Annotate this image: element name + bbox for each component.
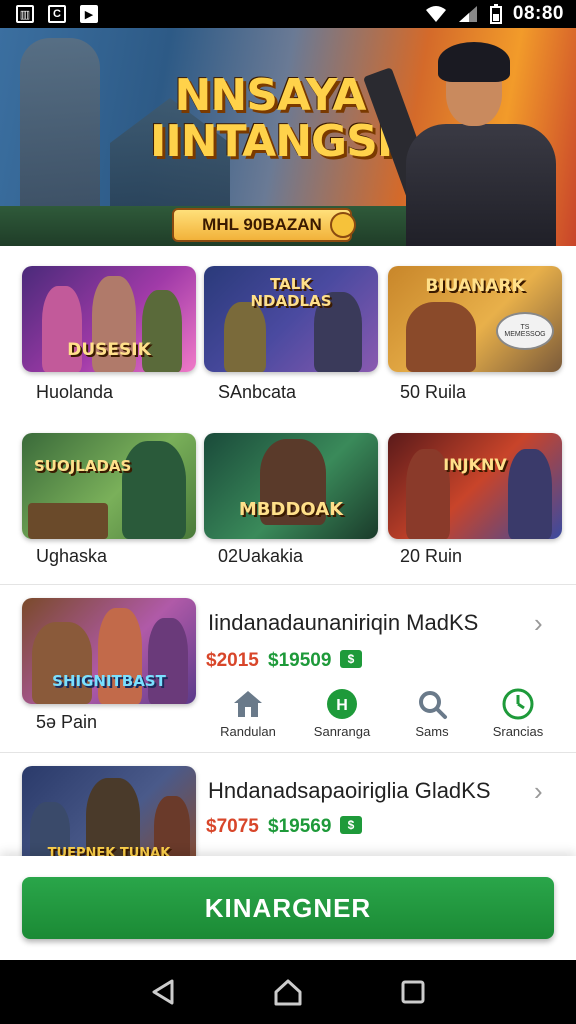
tile-label[interactable]: Huolanda [36, 382, 113, 403]
price-tag-icon: $ [340, 816, 362, 834]
back-icon[interactable] [143, 972, 183, 1012]
hero-subtitle-ribbon: MHL 90BAZAN [172, 208, 352, 242]
hero-figure-art [224, 302, 266, 372]
timer-icon [500, 686, 536, 722]
price-tag-icon: $ [340, 650, 362, 668]
game-tile[interactable]: INJKNV [388, 433, 562, 539]
game-tile[interactable]: DUSESIK [22, 266, 196, 372]
action-timer[interactable]: Srancias [478, 686, 558, 739]
action-home[interactable]: Randulan [208, 686, 288, 739]
status-notifications: ▥ C ▶ [16, 5, 98, 23]
tile-art-title: DUSESIK [67, 340, 151, 360]
tile-art-title: SUOJLADAS [34, 457, 132, 475]
game-tile[interactable]: TALK NDADLAS [204, 266, 378, 372]
action-h-badge[interactable]: H Sanranga [302, 686, 382, 739]
cta-bar: KINARGNER [0, 856, 576, 960]
tile-label[interactable]: 50 Ruila [400, 382, 466, 403]
wifi-icon [425, 6, 446, 22]
tile-art-title: INJKNV [443, 455, 507, 474]
home-nav-icon[interactable] [268, 972, 308, 1012]
badge-bubble: TS MEMESSOG [496, 312, 554, 350]
tile-label[interactable]: SAnbcata [218, 382, 296, 403]
chevron-right-icon[interactable]: › [534, 608, 543, 639]
price-old: $7075 [206, 816, 259, 837]
horse-art [32, 622, 92, 704]
divider [0, 752, 576, 753]
recents-icon[interactable] [393, 972, 433, 1012]
home-icon [230, 686, 266, 722]
tile-label[interactable]: 02Uakakia [218, 546, 303, 567]
row-title[interactable]: Hndanadsapaoiriglia GladKS [208, 778, 491, 804]
tile-art-title: MBDDOAK [238, 499, 344, 520]
tile-label[interactable]: Ughaska [36, 546, 107, 567]
divider [0, 584, 576, 585]
action-label: Srancias [492, 724, 544, 739]
primary-cta-button[interactable]: KINARGNER [22, 877, 554, 939]
tile-label[interactable]: 20 Ruin [400, 546, 462, 567]
price-old: $2015 [206, 650, 259, 671]
game-tile[interactable]: SUOJLADAS [22, 433, 196, 539]
price-new: $19509 [268, 650, 332, 671]
hero-figure-art [122, 441, 186, 539]
hero-title: NNSAYA IINTANGSI [150, 70, 393, 167]
tile-art-title: TALK NDADLAS [250, 275, 332, 310]
svg-text:H: H [336, 697, 348, 714]
hero-banner[interactable]: NNSAYA IINTANGSI MHL 90BAZAN [0, 28, 576, 246]
character-hair-art [438, 42, 510, 82]
cell-signal-icon [458, 6, 477, 22]
clock: 08:80 [512, 3, 564, 24]
price-new: $19569 [268, 816, 332, 837]
hero-figure-art [148, 618, 188, 704]
row-title[interactable]: Iindanadaunaniriqin MadKS [208, 610, 478, 636]
game-tile[interactable]: MBDDOAK [204, 433, 378, 539]
row-subtitle: 5ə Pain [36, 712, 98, 732]
chevron-right-icon[interactable]: › [534, 776, 543, 807]
system-nav-bar [0, 960, 576, 1024]
signal-app-icon: ▥ [16, 5, 34, 23]
hero-title-line2: IINTANGSI [150, 116, 393, 167]
hero-figure-art [406, 302, 476, 372]
action-search[interactable]: Sams [392, 686, 472, 739]
coin-icon [330, 212, 356, 238]
search-icon [414, 686, 450, 722]
action-label: Randulan [220, 724, 276, 739]
action-label: Sanranga [313, 724, 371, 739]
status-system: 08:80 [425, 3, 564, 25]
game-tile[interactable]: TS MEMESSOG BIUANARK [388, 266, 562, 372]
castle-ruins-art [28, 503, 108, 539]
hero-character-art [362, 28, 566, 246]
h-badge-icon: H [324, 686, 360, 722]
status-bar: ▥ C ▶ 08:80 [0, 0, 576, 28]
row-thumb-art-title: SHIGNITBAST [52, 672, 166, 690]
tile-art-title: BIUANARK [425, 276, 525, 296]
battery-icon [489, 4, 502, 24]
play-app-icon: ▶ [80, 5, 98, 23]
hero-title-line1: NNSAYA [174, 70, 367, 121]
row-thumbnail[interactable]: SHIGNITBAST [22, 598, 196, 704]
action-label: Sams [415, 724, 449, 739]
copyright-app-icon: C [48, 5, 66, 23]
character-body-art [406, 124, 556, 246]
